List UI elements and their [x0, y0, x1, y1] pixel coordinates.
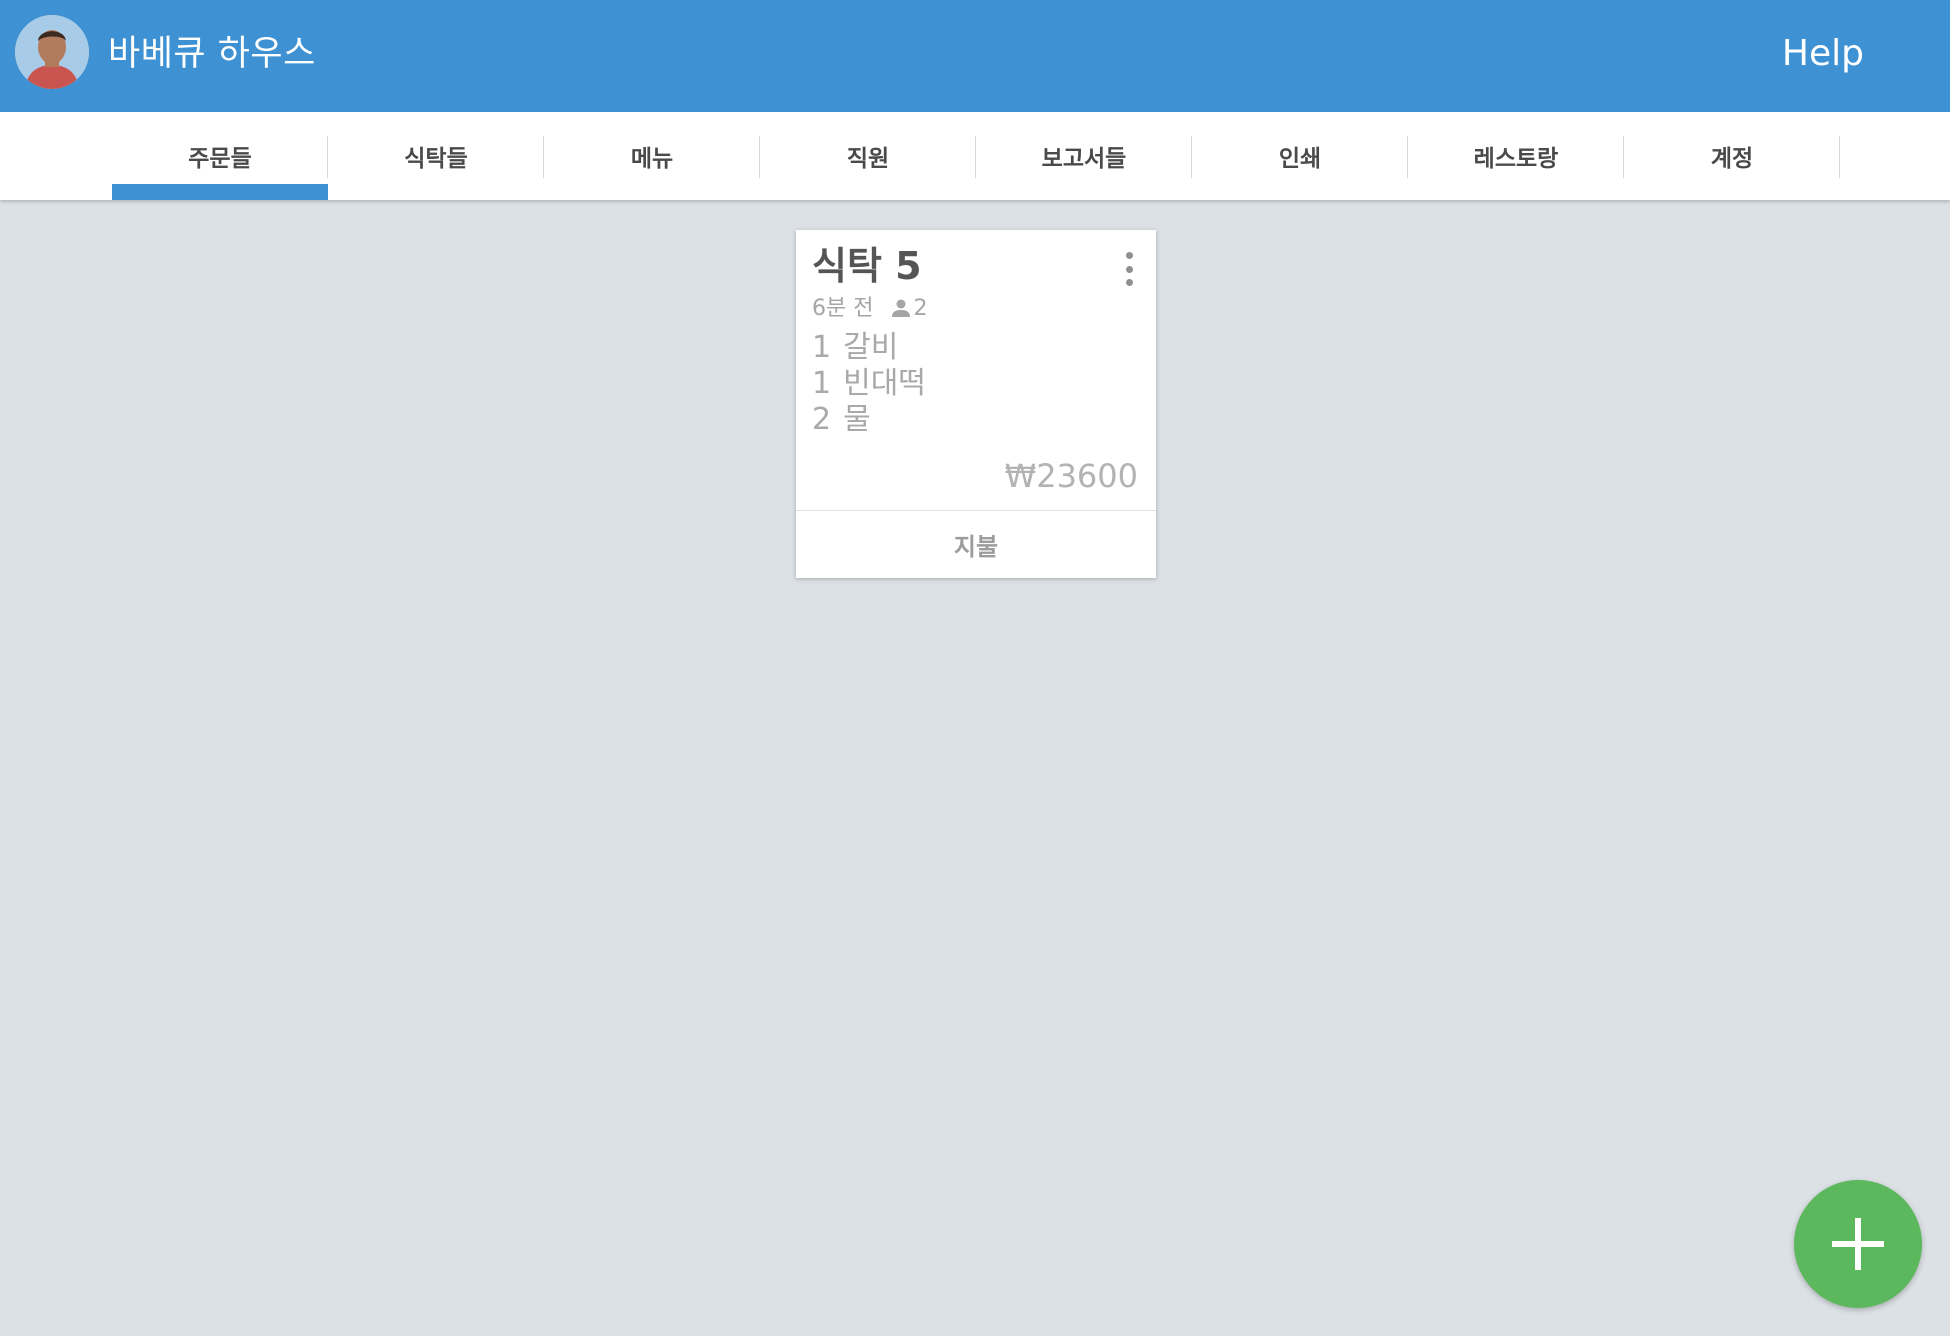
help-link[interactable]: Help	[1782, 28, 1864, 80]
tab-list: 주문들 식탁들 메뉴 직원 보고서들 인쇄 레스토랑 계정	[112, 112, 1840, 200]
order-card[interactable]: 식탁 5 6분 전 2 1 갈비 1 빈대떡 2 물 ₩23600 지불	[796, 230, 1156, 578]
order-item-list: 1 갈비 1 빈대떡 2 물	[812, 330, 926, 438]
order-elapsed-time: 6분 전	[812, 296, 874, 321]
tab-bar: 주문들 식탁들 메뉴 직원 보고서들 인쇄 레스토랑 계정	[0, 112, 1950, 200]
add-order-button[interactable]	[1794, 1180, 1922, 1308]
item-quantity: 2	[812, 402, 832, 437]
tab-staff[interactable]: 직원	[760, 112, 976, 200]
tab-restaurant[interactable]: 레스토랑	[1408, 112, 1624, 200]
app-header: 바베큐 하우스 Help	[0, 0, 1950, 112]
tab-print[interactable]: 인쇄	[1192, 112, 1408, 200]
avatar-image	[15, 15, 89, 89]
person-icon	[891, 297, 911, 317]
list-item: 1 갈비	[812, 330, 926, 366]
item-name: 물	[843, 402, 871, 437]
item-name: 빈대떡	[843, 366, 926, 401]
more-options-icon[interactable]	[1122, 252, 1136, 286]
order-table-title: 식탁 5	[812, 244, 922, 288]
item-quantity: 1	[812, 330, 832, 365]
guest-count: 2	[913, 296, 928, 321]
order-total: ₩23600	[1004, 457, 1138, 495]
list-item: 2 물	[812, 402, 926, 438]
tab-orders[interactable]: 주문들	[112, 112, 328, 200]
tab-reports[interactable]: 보고서들	[976, 112, 1192, 200]
item-quantity: 1	[812, 366, 832, 401]
pay-button[interactable]: 지불	[796, 511, 1156, 578]
tab-tables[interactable]: 식탁들	[328, 112, 544, 200]
list-item: 1 빈대떡	[812, 366, 926, 402]
tab-menu[interactable]: 메뉴	[544, 112, 760, 200]
item-name: 갈비	[843, 330, 899, 365]
user-avatar[interactable]	[15, 15, 89, 89]
tab-account[interactable]: 계정	[1624, 112, 1840, 200]
order-meta: 6분 전 2	[812, 294, 927, 324]
app-title: 바베큐 하우스	[108, 34, 316, 74]
